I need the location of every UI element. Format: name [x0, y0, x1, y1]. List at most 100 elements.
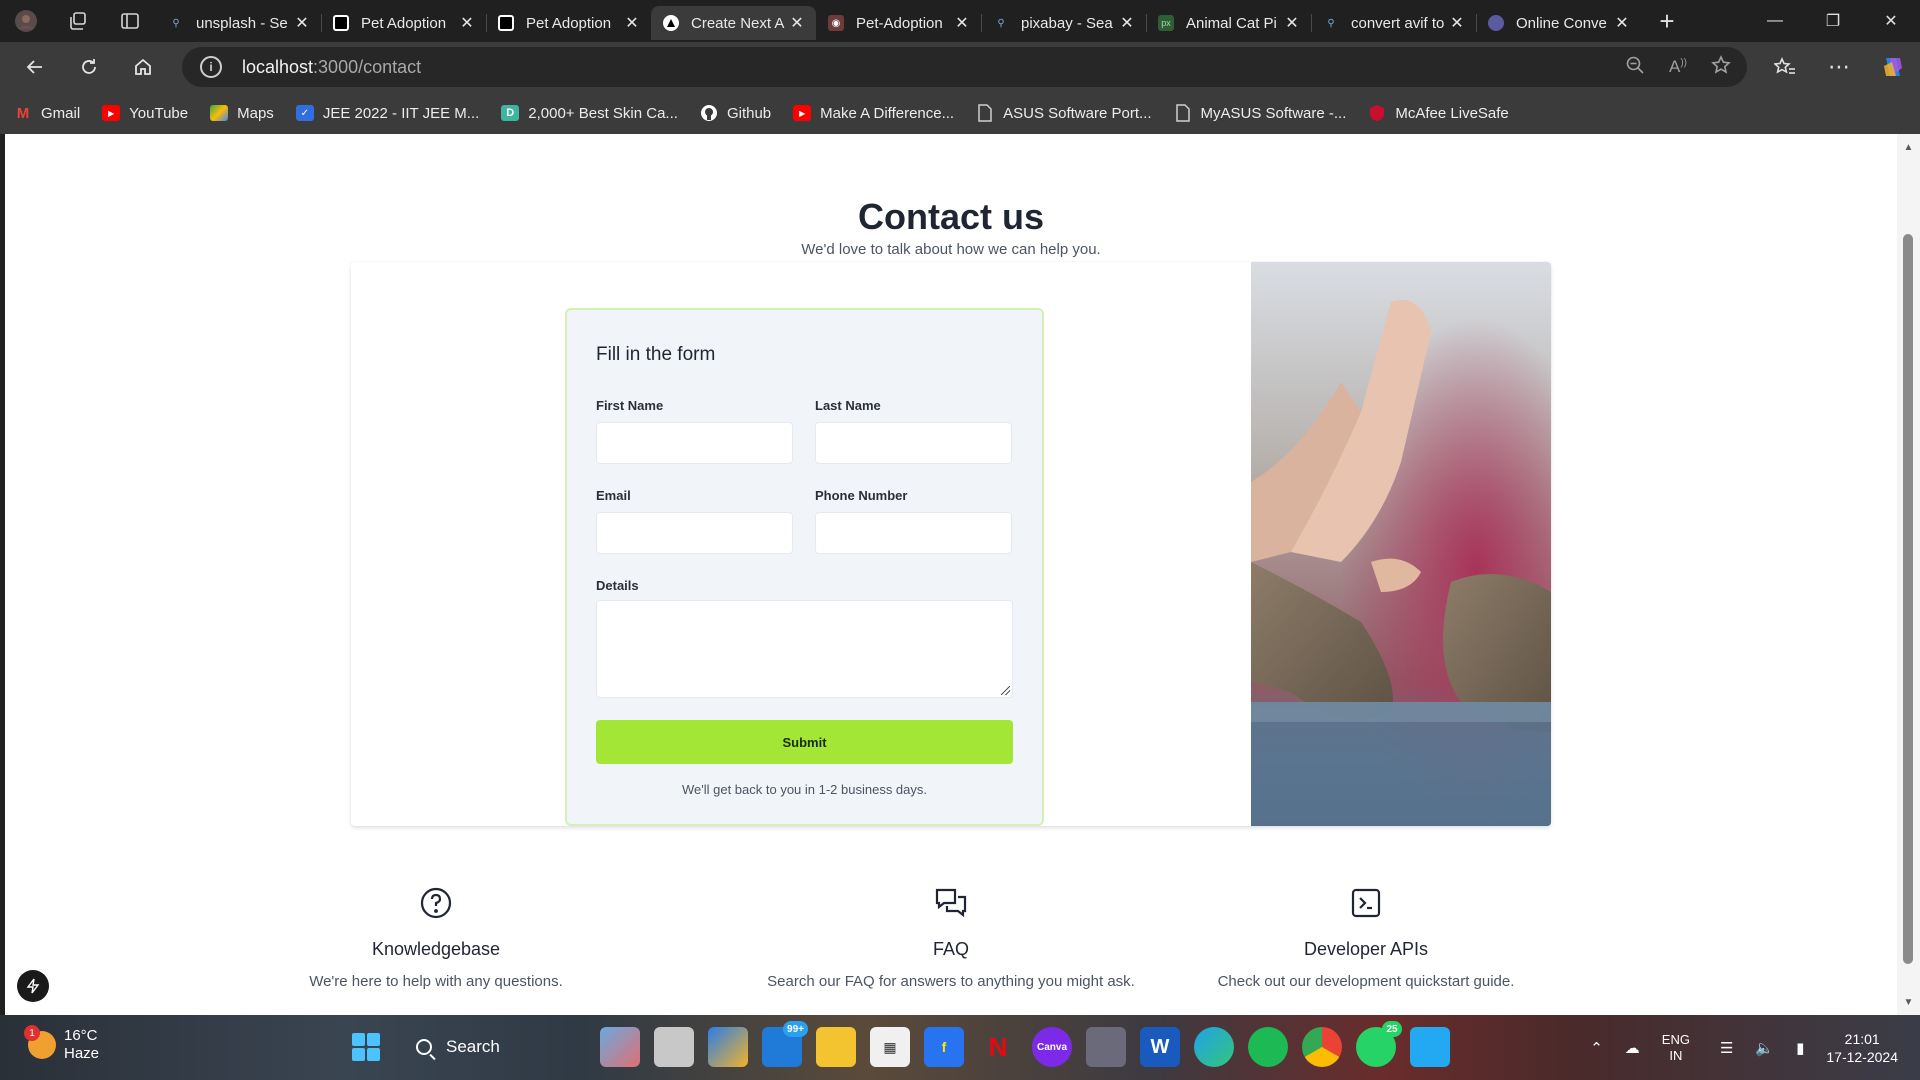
tab-label: Online Conve: [1516, 14, 1607, 32]
camera-icon[interactable]: [1086, 1027, 1126, 1067]
converter-favicon-icon: [1488, 15, 1504, 31]
tab-close-icon[interactable]: ✕: [1118, 14, 1136, 32]
file-explorer-gray-icon[interactable]: [654, 1027, 694, 1067]
back-icon[interactable]: [8, 46, 62, 88]
tab-close-icon[interactable]: ✕: [1448, 14, 1466, 32]
feature-knowledgebase[interactable]: Knowledgebase We're here to help with an…: [226, 886, 646, 993]
scroll-down-icon[interactable]: ▼: [1897, 993, 1920, 1011]
url-bar[interactable]: i localhost:3000/contact A)): [182, 47, 1747, 87]
new-tab-button[interactable]: +: [1645, 0, 1689, 42]
windows-start-icon[interactable]: [352, 1033, 380, 1061]
refresh-icon[interactable]: [62, 46, 116, 88]
browser-tab[interactable]: px Animal Cat Pi ✕: [1146, 6, 1311, 40]
restore-icon[interactable]: ❐: [1804, 0, 1862, 42]
page-title: Contact us: [857, 196, 1044, 237]
taskbar-search[interactable]: Search: [400, 1027, 580, 1067]
more-options-icon[interactable]: ⋯: [1812, 42, 1866, 92]
bookmark-youtube[interactable]: ▶ YouTube: [102, 105, 188, 122]
browser-tab[interactable]: ⚲ unsplash - Se ✕: [156, 6, 321, 40]
bookmark-make-a-difference[interactable]: ▶ Make A Difference...: [793, 105, 954, 122]
show-hidden-icons-icon[interactable]: ⌃: [1590, 1039, 1603, 1057]
browser-tab[interactable]: Online Conve ✕: [1476, 6, 1641, 40]
widgets-icon[interactable]: [600, 1027, 640, 1067]
copilot-icon[interactable]: [1866, 42, 1920, 92]
tab-close-icon[interactable]: ✕: [1283, 14, 1301, 32]
feature-developer-apis[interactable]: Developer APIs Check out our development…: [1156, 886, 1576, 993]
workspaces-icon[interactable]: [52, 0, 104, 42]
clock[interactable]: 21:01 17-12-2024: [1826, 1030, 1898, 1066]
pet-adoption-favicon-icon: [498, 15, 514, 31]
minimize-icon[interactable]: —: [1746, 0, 1804, 42]
bookmark-label: McAfee LiveSafe: [1395, 104, 1509, 122]
tab-close-icon[interactable]: ✕: [1613, 14, 1631, 32]
vertical-tabs-icon[interactable]: [104, 0, 156, 42]
first-name-input[interactable]: [596, 422, 793, 464]
canva-icon[interactable]: Canva: [1032, 1027, 1072, 1067]
onedrive-warning-icon[interactable]: ☁: [1625, 1039, 1640, 1057]
lightning-bolt-icon[interactable]: [17, 970, 49, 1002]
browser-tab[interactable]: ◉ Pet-Adoption ✕: [816, 6, 981, 40]
vscode-icon[interactable]: [1410, 1027, 1450, 1067]
read-aloud-icon[interactable]: A)): [1669, 57, 1687, 77]
github-icon: [700, 105, 718, 121]
home-icon[interactable]: [116, 46, 170, 88]
weather-widget[interactable]: 1 16°C Haze: [24, 1025, 99, 1063]
edge-icon[interactable]: [1194, 1027, 1234, 1067]
tab-close-icon[interactable]: ✕: [623, 14, 641, 32]
feature-faq[interactable]: FAQ Search our FAQ for answers to anythi…: [741, 886, 1161, 993]
site-info-icon[interactable]: i: [200, 56, 222, 78]
tab-label: Pet Adoption: [526, 14, 612, 32]
wifi-icon[interactable]: ☰: [1720, 1039, 1733, 1057]
browser-tab[interactable]: Pet Adoption ✕: [486, 6, 651, 40]
resize-handle-icon[interactable]: [1001, 686, 1010, 695]
bookmark-myasus[interactable]: MyASUS Software -...: [1174, 104, 1346, 122]
spotify-icon[interactable]: [1248, 1027, 1288, 1067]
zoom-out-icon[interactable]: [1625, 55, 1645, 80]
tab-close-icon[interactable]: ✕: [953, 14, 971, 32]
flipkart-icon[interactable]: f: [924, 1027, 964, 1067]
bookmark-maps[interactable]: Maps: [210, 105, 274, 122]
browser-tab[interactable]: ⚲ convert avif to ✕: [1311, 6, 1476, 40]
word-icon[interactable]: W: [1140, 1027, 1180, 1067]
copilot-app-icon[interactable]: [708, 1027, 748, 1067]
clock-time: 21:01: [1844, 1030, 1880, 1047]
bookmark-jee[interactable]: ✓ JEE 2022 - IIT JEE M...: [295, 105, 479, 122]
details-textarea[interactable]: [596, 600, 1013, 698]
email-input[interactable]: [596, 512, 793, 554]
profile-avatar-icon[interactable]: [0, 0, 52, 42]
favorites-icon[interactable]: [1758, 42, 1812, 92]
volume-icon[interactable]: 🔈: [1755, 1039, 1774, 1057]
browser-tab-active[interactable]: Create Next A ✕: [651, 6, 816, 40]
url-text[interactable]: localhost:3000/contact: [242, 57, 421, 78]
bookmark-mcafee[interactable]: McAfee LiveSafe: [1368, 104, 1509, 122]
tab-close-icon[interactable]: ✕: [293, 14, 311, 32]
tab-close-icon[interactable]: ✕: [788, 14, 806, 32]
scrollbar-thumb[interactable]: [1903, 234, 1913, 964]
chrome-icon[interactable]: [1302, 1027, 1342, 1067]
mail-icon[interactable]: 99+: [762, 1021, 808, 1067]
last-name-input[interactable]: [815, 422, 1012, 464]
bookmark-github[interactable]: Github: [700, 105, 771, 122]
close-window-icon[interactable]: ✕: [1862, 0, 1920, 42]
bookmark-gmail[interactable]: M Gmail: [14, 105, 80, 122]
search-favicon-icon: ⚲: [1327, 17, 1335, 29]
bookmark-asus-portal[interactable]: ASUS Software Port...: [976, 104, 1152, 122]
phone-input[interactable]: [815, 512, 1012, 554]
email-label: Email: [596, 488, 631, 503]
language-indicator[interactable]: ENG IN: [1662, 1032, 1690, 1064]
submit-button[interactable]: Submit: [596, 720, 1013, 764]
microsoft-store-icon[interactable]: ▦: [870, 1027, 910, 1067]
tab-close-icon[interactable]: ✕: [458, 14, 476, 32]
bookmarks-bar: M Gmail ▶ YouTube Maps ✓ JEE 2022 - IIT …: [0, 92, 1920, 134]
whatsapp-icon[interactable]: 25: [1356, 1021, 1402, 1067]
browser-tab[interactable]: ⚲ pixabay - Sea ✕: [981, 6, 1146, 40]
page-scrollbar[interactable]: ▲ ▼: [1897, 134, 1920, 1015]
scroll-up-icon[interactable]: ▲: [1897, 138, 1920, 156]
favorite-star-icon[interactable]: [1711, 54, 1731, 80]
gmail-icon: M: [16, 104, 30, 122]
file-explorer-icon[interactable]: [816, 1027, 856, 1067]
netflix-icon[interactable]: N: [978, 1027, 1018, 1067]
bookmark-skincare[interactable]: D 2,000+ Best Skin Ca...: [501, 105, 678, 122]
browser-tab[interactable]: Pet Adoption ✕: [321, 6, 486, 40]
battery-icon[interactable]: ▮: [1796, 1039, 1804, 1057]
